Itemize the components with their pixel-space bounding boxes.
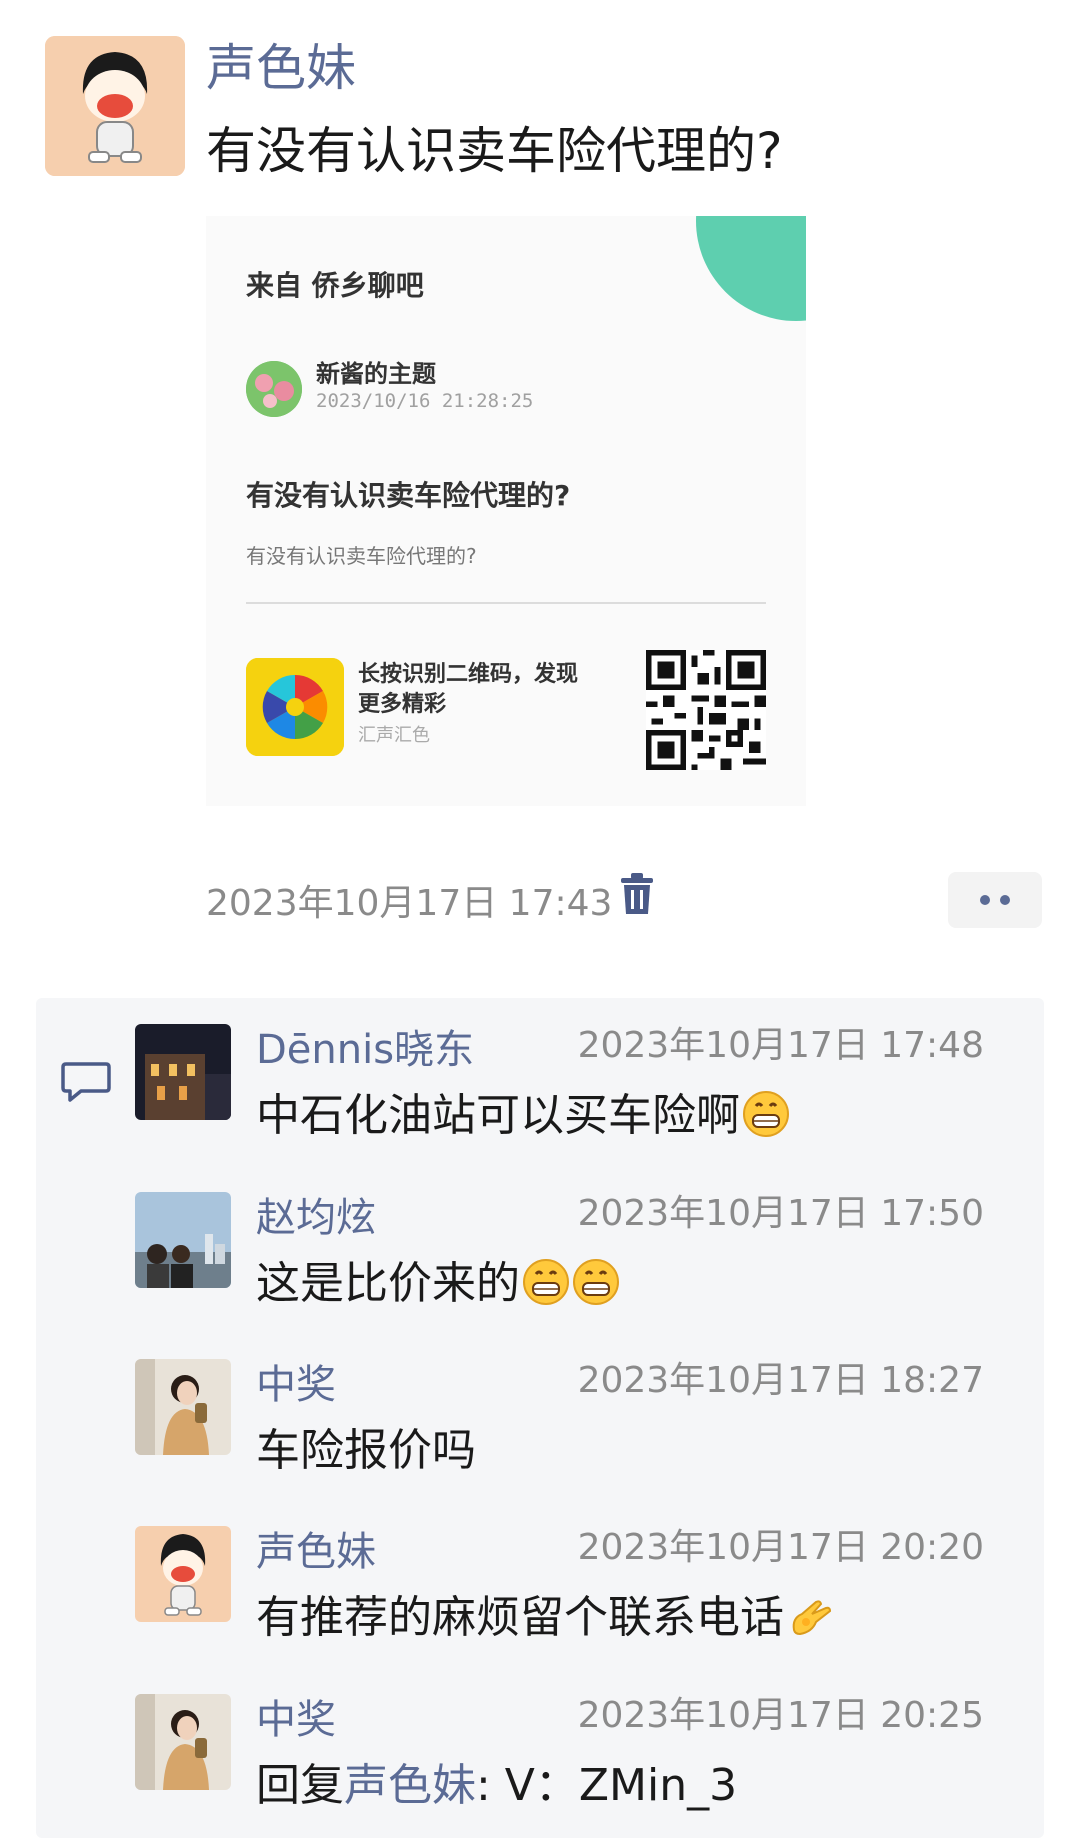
comment-author[interactable]: Dēnnis晓东 <box>256 1024 474 1076</box>
reply-prefix: 回复 <box>256 1760 344 1811</box>
app-logo-icon <box>246 658 344 756</box>
more-dots-icon <box>980 895 990 905</box>
card-brand: 汇声汇色 <box>358 725 430 746</box>
grin-emoji-icon <box>523 1259 569 1305</box>
comment-text: 中石化油站可以买车险啊 <box>256 1086 790 1146</box>
comment-text-body: 中石化油站可以买车险啊 <box>256 1090 740 1141</box>
comment-text: 回复声色妹: V：ZMin_3 <box>256 1756 737 1816</box>
comment-text: 这是比价来的 <box>256 1254 620 1314</box>
comment-text-body: 这是比价来的 <box>256 1258 520 1309</box>
grin-emoji-icon <box>743 1091 789 1137</box>
reply-to-link[interactable]: 声色妹 <box>344 1760 476 1811</box>
post-text: 有没有认识卖车险代理的? <box>206 122 783 180</box>
card-corner-decoration <box>696 216 806 321</box>
qr-code-icon <box>646 650 766 770</box>
trash-icon[interactable] <box>617 872 657 916</box>
comment-time: 2023年10月17日 18:27 <box>577 1360 984 1401</box>
comment-author[interactable]: 赵均炫 <box>256 1192 376 1244</box>
comment-text-body: 有推荐的麻烦留个联系电话 <box>256 1592 784 1643</box>
comment-author[interactable]: 中奖 <box>256 1694 336 1746</box>
comment-text: 有推荐的麻烦留个联系电话 <box>256 1588 834 1648</box>
comment-time: 2023年10月17日 17:50 <box>577 1193 984 1234</box>
shared-post-card[interactable]: 来自 侨乡聊吧 新酱的主题 2023/10/16 21:28:25 有没有认识卖… <box>206 216 806 806</box>
comment-author[interactable]: 中奖 <box>256 1359 336 1411</box>
card-divider <box>246 602 766 604</box>
card-title: 有没有认识卖车险代理的? <box>246 479 571 512</box>
comment-text: 车险报价吗 <box>256 1421 476 1481</box>
comment-text-body: 车险报价吗 <box>256 1425 476 1476</box>
card-cta: 长按识别二维码，发现更多精彩 <box>358 662 579 717</box>
poster-name[interactable]: 声色妹 <box>206 36 356 100</box>
card-author-time: 2023/10/16 21:28:25 <box>316 390 534 412</box>
poster-avatar[interactable] <box>45 36 185 176</box>
comment-avatar[interactable] <box>135 1024 231 1120</box>
card-author-name: 新酱的主题 <box>316 360 436 388</box>
comment-avatar[interactable] <box>135 1359 231 1455</box>
comment-time: 2023年10月17日 20:25 <box>577 1695 984 1736</box>
grin-emoji-icon <box>573 1259 619 1305</box>
comment-time: 2023年10月17日 17:48 <box>577 1025 984 1066</box>
more-dots-icon-part <box>1000 895 1010 905</box>
card-source: 来自 侨乡聊吧 <box>246 269 424 302</box>
comment-text-body: : V：ZMin_3 <box>476 1760 738 1811</box>
post-timestamp: 2023年10月17日 17:43 <box>206 883 613 924</box>
comment-author[interactable]: 声色妹 <box>256 1526 376 1578</box>
more-options-button[interactable] <box>948 872 1042 928</box>
comment-avatar[interactable] <box>135 1192 231 1288</box>
comment-icon[interactable] <box>61 1060 111 1104</box>
card-author-avatar <box>246 361 302 417</box>
card-body: 有没有认识卖车险代理的? <box>246 544 477 568</box>
comment-time: 2023年10月17日 20:20 <box>577 1527 984 1568</box>
comment-avatar[interactable] <box>135 1694 231 1790</box>
comment-avatar[interactable] <box>135 1526 231 1622</box>
ok-hand-emoji-icon <box>792 1600 832 1636</box>
